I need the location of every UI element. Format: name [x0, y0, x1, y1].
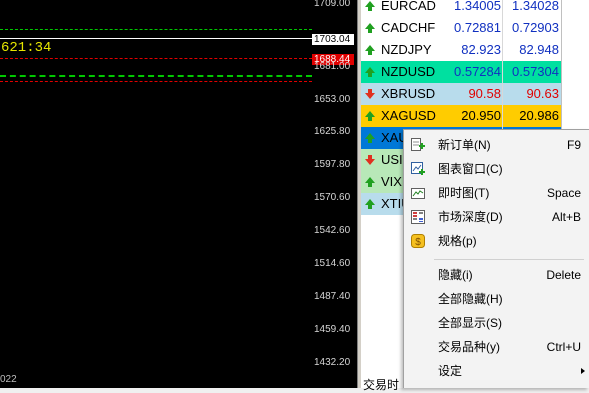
price-label: 1542.60	[314, 225, 351, 236]
price-label: 1653.00	[314, 94, 351, 105]
ask-price: 0.57304	[512, 64, 559, 79]
grid-line-top	[0, 29, 312, 30]
arrow-down-icon	[365, 155, 375, 165]
tick-chart-icon	[410, 185, 426, 201]
cell-divider	[502, 39, 503, 61]
arrow-up-icon	[365, 177, 375, 187]
price-label: 1681.00	[314, 61, 351, 72]
cell-divider	[502, 0, 503, 17]
chart-window-icon	[410, 161, 426, 177]
menu-item-show-all[interactable]: 全部显示(S)	[404, 311, 589, 335]
current-price-badge: 1703.04	[312, 34, 354, 45]
symbol-name: EURCAD	[381, 0, 436, 13]
price-label: 1487.40	[314, 291, 351, 302]
symbol-row[interactable]: NZDJPY 82.923 82.948	[361, 39, 561, 61]
arrow-up-icon	[365, 199, 375, 209]
bid-price: 0.57284	[454, 64, 501, 79]
cell-divider	[502, 83, 503, 105]
menu-item-hide[interactable]: 隐藏(i) Delete	[404, 263, 589, 287]
price-label: 1432.20	[314, 357, 351, 368]
arrow-up-icon	[365, 67, 375, 77]
menu-item-chart-window[interactable]: 图表窗口(C)	[404, 157, 589, 181]
arrow-up-icon	[365, 23, 375, 33]
date-label: 022	[0, 374, 17, 385]
bid-price: 0.72881	[454, 20, 501, 35]
menu-item-label: 交易品种(y)	[438, 340, 500, 354]
price-label: 1514.60	[314, 258, 351, 269]
price-chart[interactable]: 621:34 022	[0, 0, 312, 388]
symbol-name: CADCHF	[381, 20, 436, 35]
ask-price: 0.72903	[512, 20, 559, 35]
price-label: 1570.60	[314, 192, 351, 203]
menu-item-label: 市场深度(D)	[438, 210, 503, 224]
ask-price: 90.63	[526, 86, 559, 101]
menu-item-label: 设定	[438, 364, 463, 378]
cell-divider	[502, 61, 503, 83]
symbol-name: NZDUSD	[381, 64, 436, 79]
arrow-up-icon	[365, 111, 375, 121]
menu-item-label: 图表窗口(C)	[438, 162, 503, 176]
menu-item-symbols[interactable]: 交易品种(y) Ctrl+U	[404, 335, 589, 359]
cell-divider	[502, 17, 503, 39]
menu-item-settings[interactable]: 设定	[404, 359, 589, 383]
menu-item-specification[interactable]: $ 规格(p)	[404, 229, 589, 253]
menu-item-new-order[interactable]: 新订单(N) F9	[404, 133, 589, 157]
bid-price: 20.950	[461, 108, 501, 123]
menu-item-shortcut: Delete	[546, 268, 581, 282]
symbol-name: XBRUSD	[381, 86, 436, 101]
menu-item-shortcut: Space	[546, 186, 581, 200]
submenu-arrow-icon	[581, 368, 585, 374]
menu-item-label: 隐藏(i)	[438, 268, 473, 282]
price-label: 1625.80	[314, 126, 351, 137]
arrow-up-icon	[365, 45, 375, 55]
menu-item-shortcut: F9	[566, 138, 581, 152]
market-depth-icon	[410, 209, 426, 225]
symbol-name: VIX	[381, 174, 402, 189]
specification-icon: $	[410, 233, 426, 249]
grid-line-green	[0, 75, 312, 77]
symbol-name: XAGUSD	[381, 108, 436, 123]
menu-item-label: 全部隐藏(H)	[438, 292, 503, 306]
ask-price: 1.34028	[512, 0, 559, 13]
alert-level-line	[0, 58, 312, 59]
symbol-row[interactable]: XBRUSD 90.58 90.63	[361, 83, 561, 105]
menu-item-hide-all[interactable]: 全部隐藏(H)	[404, 287, 589, 311]
bid-price: 90.58	[468, 86, 501, 101]
price-axis[interactable]: 1709.00 1703.04 1688.44 1681.00 1653.00 …	[312, 0, 357, 388]
time-label: 621:34	[1, 40, 52, 56]
svg-text:$: $	[415, 237, 421, 248]
symbol-name: NZDJPY	[381, 42, 432, 57]
context-menu: 新订单(N) F9 图表窗口(C) 即时图(T) Space 市场深度(D) A…	[403, 129, 589, 388]
menu-item-label: 全部显示(S)	[438, 316, 502, 330]
arrow-up-icon	[365, 1, 375, 11]
price-label: 1709.00	[314, 0, 351, 9]
price-label: 1459.40	[314, 324, 351, 335]
new-order-icon	[410, 137, 426, 153]
symbol-row[interactable]: EURCAD 1.34005 1.34028	[361, 0, 561, 17]
symbol-row[interactable]: CADCHF 0.72881 0.72903	[361, 17, 561, 39]
menu-item-market-depth[interactable]: 市场深度(D) Alt+B	[404, 205, 589, 229]
price-label: 1597.80	[314, 159, 351, 170]
bid-price: 82.923	[461, 42, 501, 57]
cell-divider	[502, 105, 503, 127]
menu-item-shortcut: Alt+B	[551, 210, 581, 224]
arrow-up-icon	[365, 133, 375, 143]
menu-item-label: 规格(p)	[438, 234, 477, 248]
grid-line-red	[0, 81, 312, 82]
arrow-down-icon	[365, 89, 375, 99]
bid-level-line	[0, 38, 312, 39]
bid-price: 1.34005	[454, 0, 501, 13]
symbol-row[interactable]: XAGUSD 20.950 20.986	[361, 105, 561, 127]
menu-separator	[434, 259, 584, 260]
menu-item-tick-chart[interactable]: 即时图(T) Space	[404, 181, 589, 205]
ask-price: 82.948	[519, 42, 559, 57]
footer-tab[interactable]: 交易时	[363, 376, 399, 393]
menu-item-label: 新订单(N)	[438, 138, 491, 152]
symbol-row[interactable]: NZDUSD 0.57284 0.57304	[361, 61, 561, 83]
menu-item-shortcut: Ctrl+U	[546, 340, 581, 354]
ask-price: 20.986	[519, 108, 559, 123]
menu-item-label: 即时图(T)	[438, 186, 490, 200]
